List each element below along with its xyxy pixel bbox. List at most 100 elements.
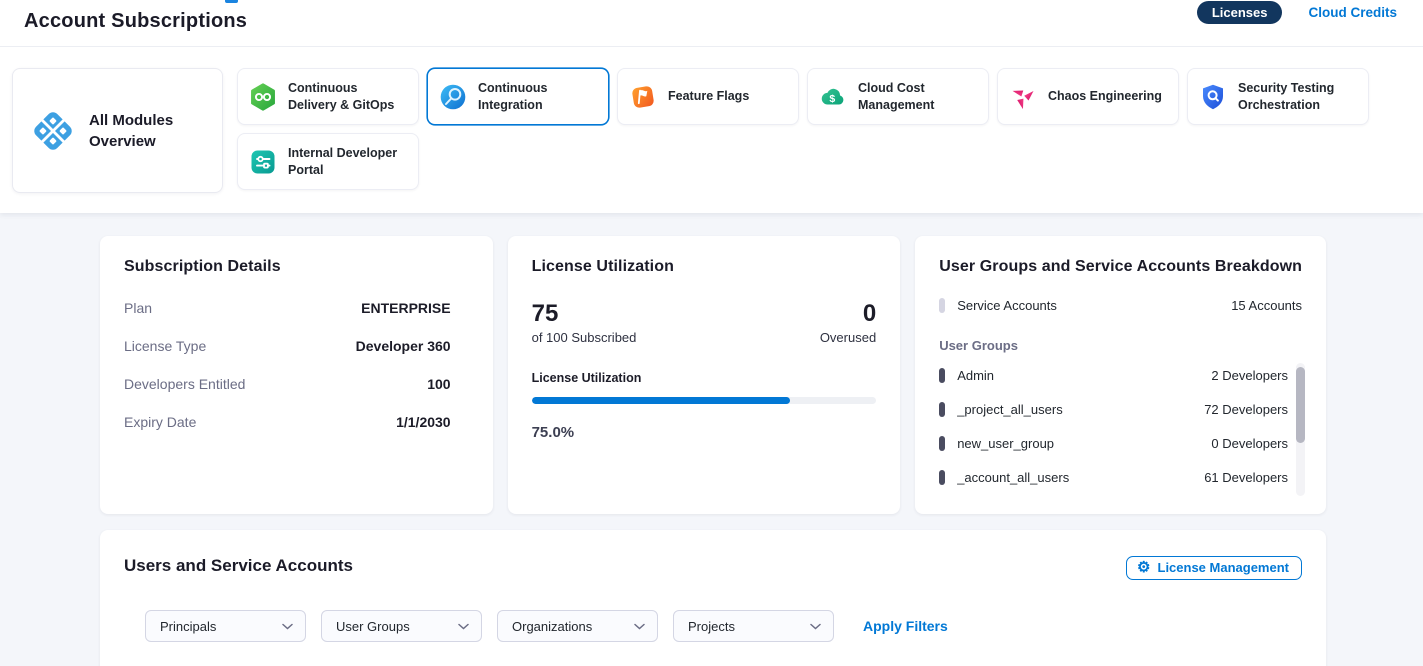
user-group-count: 0 Developers (1211, 436, 1288, 451)
module-label: Security Testing Orchestration (1238, 80, 1357, 114)
organizations-dropdown-value: Organizations (512, 619, 592, 634)
license-utilization-title: License Utilization (532, 258, 877, 276)
utilization-progress-track (532, 397, 877, 404)
subscribed-count: 75 (532, 301, 637, 327)
ci-icon (439, 83, 467, 111)
module-label: Continuous Delivery & GitOps (288, 80, 407, 114)
user-group-row: _project_all_users 72 Developers (939, 392, 1288, 426)
content-area: Subscription Details Plan ENTERPRISE Lic… (0, 213, 1423, 666)
users-section-header: Users and Service Accounts ⚙ License Man… (124, 556, 1302, 580)
projects-dropdown-value: Projects (688, 619, 735, 634)
overused-stat: 0 Overused (820, 301, 876, 345)
licenses-tab[interactable]: Licenses (1197, 1, 1283, 24)
subscription-details-card: Subscription Details Plan ENTERPRISE Lic… (100, 236, 493, 514)
idp-icon (249, 148, 277, 176)
projects-dropdown[interactable]: Projects (673, 610, 834, 642)
user-group-count: 61 Developers (1204, 470, 1288, 485)
apply-filters-link[interactable]: Apply Filters (863, 618, 948, 634)
detail-row-developers-entitled: Developers Entitled 100 (124, 376, 451, 392)
summary-cards-row: Subscription Details Plan ENTERPRISE Lic… (100, 236, 1326, 514)
account-subscriptions-page: Account Subscriptions Licenses Cloud Cre… (0, 0, 1423, 666)
subscribed-stat: 75 of 100 Subscribed (532, 301, 637, 345)
detail-row-plan: Plan ENTERPRISE (124, 300, 451, 316)
breakdown-card: User Groups and Service Accounts Breakdo… (915, 236, 1326, 514)
user-groups-heading: User Groups (939, 338, 1302, 353)
service-accounts-row: Service Accounts 15 Accounts (939, 298, 1302, 313)
users-service-accounts-card: Users and Service Accounts ⚙ License Man… (100, 530, 1326, 666)
organizations-dropdown[interactable]: Organizations (497, 610, 658, 642)
module-card-feature-flags[interactable]: Feature Flags (617, 68, 799, 125)
users-section-title: Users and Service Accounts (124, 556, 353, 576)
detail-label: License Type (124, 338, 206, 354)
scrollbar-track[interactable] (1296, 363, 1305, 496)
module-card-idp[interactable]: Internal Developer Portal (237, 133, 419, 190)
service-accounts-count: 15 Accounts (1231, 298, 1302, 313)
chevron-down-icon (458, 623, 469, 630)
user-group-count: 72 Developers (1204, 402, 1288, 417)
detail-value: Developer 360 (356, 338, 451, 354)
license-utilization-card: License Utilization 75 of 100 Subscribed… (508, 236, 901, 514)
page-title: Account Subscriptions (24, 10, 247, 33)
detail-value: 1/1/2030 (396, 414, 451, 430)
all-modules-icon (31, 109, 75, 153)
module-card-cloud-cost[interactable]: $ Cloud Cost Management (807, 68, 989, 125)
top-section: Account Subscriptions Licenses Cloud Cre… (0, 0, 1423, 213)
detail-value: 100 (427, 376, 450, 392)
license-management-button[interactable]: ⚙ License Management (1126, 556, 1302, 580)
filters-row: Principals User Groups Organizations Pro… (124, 610, 1302, 642)
principals-dropdown[interactable]: Principals (145, 610, 306, 642)
service-accounts-marker (939, 298, 945, 313)
user-group-name: Admin (957, 368, 994, 383)
module-card-chaos-engineering[interactable]: Chaos Engineering (997, 68, 1179, 125)
breakdown-title: User Groups and Service Accounts Breakdo… (939, 258, 1302, 276)
modules-bar: All Modules Overview Continuous Delivery… (0, 47, 1423, 213)
service-accounts-label: Service Accounts (957, 298, 1057, 313)
module-card-cd-gitops[interactable]: Continuous Delivery & GitOps (237, 68, 419, 125)
user-group-row: new_user_group 0 Developers (939, 426, 1288, 460)
user-group-marker (939, 368, 945, 383)
overused-caption: Overused (820, 330, 876, 345)
svg-text:$: $ (829, 93, 835, 105)
module-grid: Continuous Delivery & GitOps Continuous … (237, 68, 1411, 193)
user-group-marker (939, 470, 945, 485)
user-group-marker (939, 436, 945, 451)
scrollbar-thumb[interactable] (1296, 367, 1305, 443)
license-utilization-fill (532, 397, 790, 404)
cloud-credits-tab[interactable]: Cloud Credits (1308, 5, 1397, 20)
chaos-icon (1009, 83, 1037, 111)
utilization-bar-label: License Utilization (532, 371, 877, 385)
detail-row-expiry-date: Expiry Date 1/1/2030 (124, 414, 451, 430)
user-groups-dropdown-value: User Groups (336, 619, 410, 634)
clipped-nav-fragment (225, 0, 238, 3)
header-tabs: Licenses Cloud Credits (1197, 0, 1397, 24)
user-groups-dropdown[interactable]: User Groups (321, 610, 482, 642)
page-header: Account Subscriptions Licenses Cloud Cre… (0, 0, 1423, 47)
user-group-row: _account_all_users 61 Developers (939, 460, 1288, 494)
cd-gitops-icon (249, 83, 277, 111)
module-card-continuous-integration[interactable]: Continuous Integration (427, 68, 609, 125)
all-modules-overview-card[interactable]: All Modules Overview (12, 68, 223, 193)
usage-summary-row: 75 of 100 Subscribed 0 Overused (532, 301, 877, 345)
user-group-count: 2 Developers (1211, 368, 1288, 383)
module-label: Internal Developer Portal (288, 145, 407, 179)
detail-value: ENTERPRISE (361, 300, 450, 316)
subscribed-caption: of 100 Subscribed (532, 330, 637, 345)
module-card-sto[interactable]: Security Testing Orchestration (1187, 68, 1369, 125)
user-group-name: new_user_group (957, 436, 1054, 451)
subscription-detail-rows: Plan ENTERPRISE License Type Developer 3… (124, 300, 469, 430)
detail-row-license-type: License Type Developer 360 (124, 338, 451, 354)
module-label: Cloud Cost Management (858, 80, 977, 114)
user-group-name: _project_all_users (957, 402, 1063, 417)
gear-icon: ⚙ (1137, 560, 1150, 575)
user-group-name: _account_all_users (957, 470, 1069, 485)
detail-label: Plan (124, 300, 152, 316)
detail-label: Developers Entitled (124, 376, 245, 392)
all-modules-overview-label: All Modules Overview (89, 110, 185, 152)
user-group-row: Admin 2 Developers (939, 358, 1288, 392)
license-management-label: License Management (1158, 560, 1290, 575)
chevron-down-icon (810, 623, 821, 630)
overused-count: 0 (820, 301, 876, 327)
chevron-down-icon (634, 623, 645, 630)
module-label: Feature Flags (668, 88, 749, 105)
chevron-down-icon (282, 623, 293, 630)
